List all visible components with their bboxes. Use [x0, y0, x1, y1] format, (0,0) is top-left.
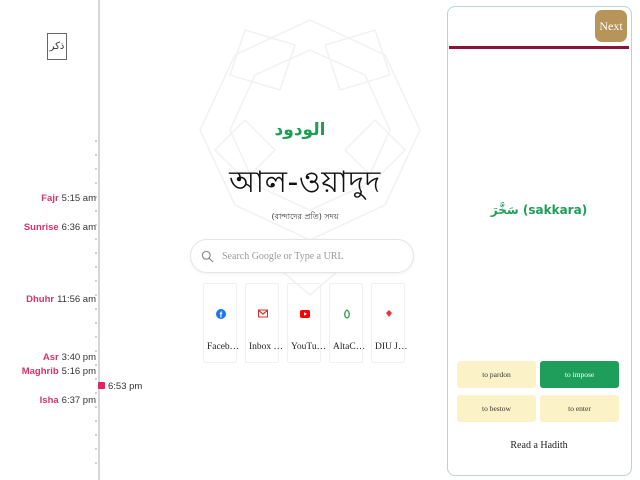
timeline-tick: [95, 420, 97, 422]
timeline-tick: [95, 378, 97, 380]
prayer-time: 5:15 am: [61, 193, 96, 204]
timeline-tick: [95, 336, 97, 338]
timeline-tick: [95, 406, 97, 408]
new-tab-page: ذکر Fajr 5:15 am Sunrise 6:36 am Dhuhr 11:5…: [0, 0, 640, 480]
prayer-time: 5:16 pm: [61, 366, 96, 377]
timeline-tick: [95, 266, 97, 268]
prayer-fajr: Fajr 5:15 am: [41, 193, 96, 204]
prayer-dhuhr: Dhuhr 11:56 am: [26, 294, 96, 305]
timeline-tick: [95, 434, 97, 436]
timeline-tick: [95, 140, 97, 142]
bengali-name: আল-ওয়াদুদ: [229, 165, 381, 200]
prayer-time: 11:56 am: [57, 294, 96, 305]
facebook-icon: f: [215, 308, 226, 319]
timeline-tick: [95, 280, 97, 282]
prayer-name: Asr: [42, 352, 59, 363]
panel-divider: [449, 46, 629, 49]
timeline-tick: [95, 308, 97, 310]
timeline-tick: [95, 392, 97, 394]
prayer-name: Maghrib: [21, 366, 59, 377]
youtube-icon: [299, 308, 310, 319]
shortcut-facebook[interactable]: f Faceb…: [203, 283, 240, 363]
logo-text: ذکر: [49, 41, 65, 52]
timeline-tick: [95, 462, 97, 464]
quiz-word: سَخَّرَ (sakkara): [490, 203, 588, 217]
shortcut-label: AltaC…: [333, 342, 366, 352]
prayer-name: Fajr: [41, 193, 59, 204]
prayer-time: 6:37 pm: [61, 395, 96, 406]
arabic-name: الودود: [274, 120, 326, 140]
prayer-sunrise: Sunrise 6:36 am: [24, 222, 96, 233]
timeline-tick: [95, 210, 97, 212]
gmail-icon: [257, 308, 268, 319]
option-to-enter[interactable]: to enter: [540, 395, 619, 422]
search-icon: [201, 250, 214, 262]
app-logo[interactable]: ذکر: [47, 33, 67, 60]
timeline-tick: [95, 154, 97, 156]
shortcuts-row: f Faceb… Inbox … YouTu… AltaC… DIU J…: [203, 283, 408, 363]
name-meaning: (বান্দাদের প্রতি) সদয়: [271, 212, 339, 221]
prayer-name: Isha: [39, 395, 59, 406]
shortcut-label: DIU J…: [375, 342, 408, 352]
altacademy-icon: [341, 308, 352, 319]
shortcut-label: Faceb…: [207, 342, 240, 352]
read-hadith-link[interactable]: Read a Hadith: [449, 440, 629, 451]
timeline-tick: [95, 448, 97, 450]
option-to-impose[interactable]: to impose: [540, 361, 619, 388]
timeline-tick: [95, 238, 97, 240]
shortcut-label: YouTu…: [291, 342, 327, 352]
search-box[interactable]: [190, 239, 414, 273]
current-time: 6:53 pm: [108, 381, 143, 392]
next-button[interactable]: Next: [595, 10, 627, 42]
prayer-name: Sunrise: [23, 222, 59, 233]
search-input[interactable]: [222, 250, 402, 262]
current-time-marker: [98, 382, 105, 389]
prayer-maghrib: Maghrib 5:16 pm: [22, 366, 96, 377]
timeline-tick: [95, 252, 97, 254]
prayer-name: Dhuhr: [26, 294, 55, 305]
timeline-tick: [95, 322, 97, 324]
timeline-line: [98, 0, 100, 480]
svg-text:f: f: [219, 310, 222, 319]
shortcut-diu[interactable]: DIU J…: [371, 283, 408, 363]
prayer-asr: Asr 3:40 pm: [43, 352, 96, 363]
timeline-tick: [95, 182, 97, 184]
option-to-bestow[interactable]: to bestow: [457, 395, 536, 422]
shortcut-gmail[interactable]: Inbox …: [245, 283, 283, 363]
shortcut-label: Inbox …: [249, 342, 284, 352]
diu-icon: [383, 308, 394, 319]
shortcut-youtube[interactable]: YouTu…: [287, 283, 326, 363]
shortcut-altacademy[interactable]: AltaC…: [329, 283, 366, 363]
option-to-pardon[interactable]: to pardon: [457, 361, 536, 388]
prayer-isha: Isha 6:37 pm: [40, 395, 96, 406]
timeline-tick: [95, 168, 97, 170]
prayer-time: 3:40 pm: [61, 352, 96, 363]
prayer-time: 6:36 am: [61, 222, 96, 233]
